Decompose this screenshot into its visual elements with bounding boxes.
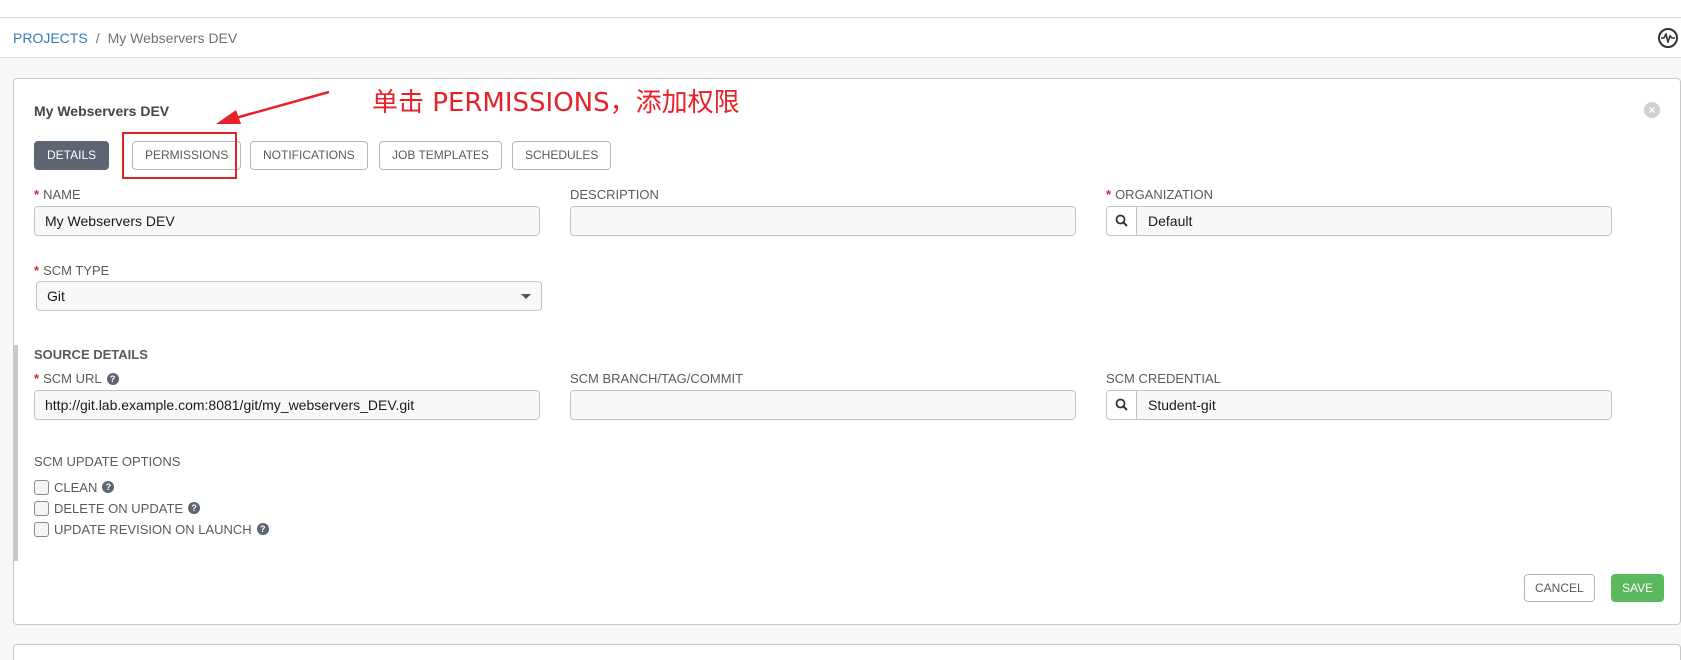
breadcrumb-projects-link[interactable]: PROJECTS (13, 30, 88, 46)
tab-details[interactable]: DETAILS (34, 141, 110, 170)
organization-label-text: ORGANIZATION (1115, 187, 1214, 202)
breadcrumb: PROJECTS / My Webservers DEV (13, 30, 237, 46)
bottom-panel (13, 644, 1681, 660)
source-details-section-bar (13, 345, 18, 561)
activity-stream-icon[interactable] (1658, 28, 1678, 48)
scm-type-label-text: SCM TYPE (43, 263, 110, 278)
top-strip (0, 0, 1681, 17)
scm-url-input[interactable]: http://git.lab.example.com:8081/git/my_w… (34, 390, 540, 420)
organization-label: * ORGANIZATION (1106, 187, 1213, 202)
tab-schedules[interactable]: SCHEDULES (512, 141, 612, 170)
breadcrumb-current: My Webservers DEV (107, 30, 238, 46)
close-icon[interactable]: × (1644, 102, 1660, 118)
chevron-down-icon (521, 294, 531, 299)
scm-update-options-label: SCM UPDATE OPTIONS (34, 454, 181, 469)
project-form-panel: My Webservers DEV × DETAILS PERMISSIONS … (13, 78, 1681, 625)
help-icon[interactable]: ? (106, 373, 119, 385)
scm-type-label: * SCM TYPE (34, 263, 109, 278)
scm-credential-label: SCM CREDENTIAL (1106, 371, 1221, 386)
organization-value: Default (1148, 213, 1193, 229)
required-marker: * (34, 187, 40, 202)
tab-notifications[interactable]: NOTIFICATIONS (250, 141, 368, 170)
cancel-button[interactable]: CANCEL (1524, 574, 1595, 602)
clean-option: CLEAN ? (34, 479, 115, 495)
update-revision-on-launch-option: UPDATE REVISION ON LAUNCH ? (34, 521, 269, 537)
panel-title: My Webservers DEV (34, 103, 170, 119)
annotation-arrow-icon (216, 90, 330, 124)
description-label: DESCRIPTION (570, 187, 659, 202)
update-revision-on-launch-label: UPDATE REVISION ON LAUNCH (54, 521, 252, 537)
breadcrumb-bar (0, 17, 1681, 58)
help-icon[interactable]: ? (256, 523, 269, 535)
scm-credential-value: Student-git (1148, 397, 1216, 413)
search-icon (1115, 398, 1128, 411)
delete-on-update-option: DELETE ON UPDATE ? (34, 500, 201, 516)
required-marker: * (1106, 187, 1112, 202)
breadcrumb-separator: / (95, 30, 100, 46)
tab-job-templates[interactable]: JOB TEMPLATES (379, 141, 502, 170)
required-marker: * (34, 371, 40, 386)
annotation-highlight-box (122, 132, 237, 179)
update-revision-on-launch-checkbox[interactable] (34, 521, 49, 537)
name-label-text: NAME (43, 187, 81, 202)
organization-search-button[interactable] (1107, 207, 1137, 235)
help-icon[interactable]: ? (188, 502, 201, 514)
delete-on-update-label: DELETE ON UPDATE (54, 500, 184, 516)
description-input[interactable] (570, 206, 1076, 236)
clean-label: CLEAN (54, 479, 98, 495)
scm-branch-label: SCM BRANCH/TAG/COMMIT (570, 371, 744, 386)
scm-url-label: * SCM URL? (34, 371, 119, 386)
save-button[interactable]: SAVE (1611, 574, 1665, 602)
scm-type-select[interactable]: Git (36, 281, 542, 311)
scm-url-label-text: SCM URL (43, 371, 102, 386)
scm-credential-search-button[interactable] (1107, 391, 1137, 419)
clean-checkbox[interactable] (34, 479, 49, 495)
delete-on-update-checkbox[interactable] (34, 500, 49, 516)
required-marker: * (34, 263, 40, 278)
scm-credential-lookup[interactable]: Student-git (1106, 390, 1612, 420)
scm-type-value: Git (47, 288, 65, 304)
annotation-text: 单击 PERMISSIONS，添加权限 (372, 88, 740, 118)
name-label: * NAME (34, 187, 81, 202)
name-input[interactable]: My Webservers DEV (34, 206, 540, 236)
organization-lookup[interactable]: Default (1106, 206, 1612, 236)
scm-branch-input[interactable] (570, 390, 1076, 420)
search-icon (1115, 214, 1128, 227)
help-icon[interactable]: ? (102, 481, 115, 493)
source-details-title: SOURCE DETAILS (34, 347, 148, 362)
